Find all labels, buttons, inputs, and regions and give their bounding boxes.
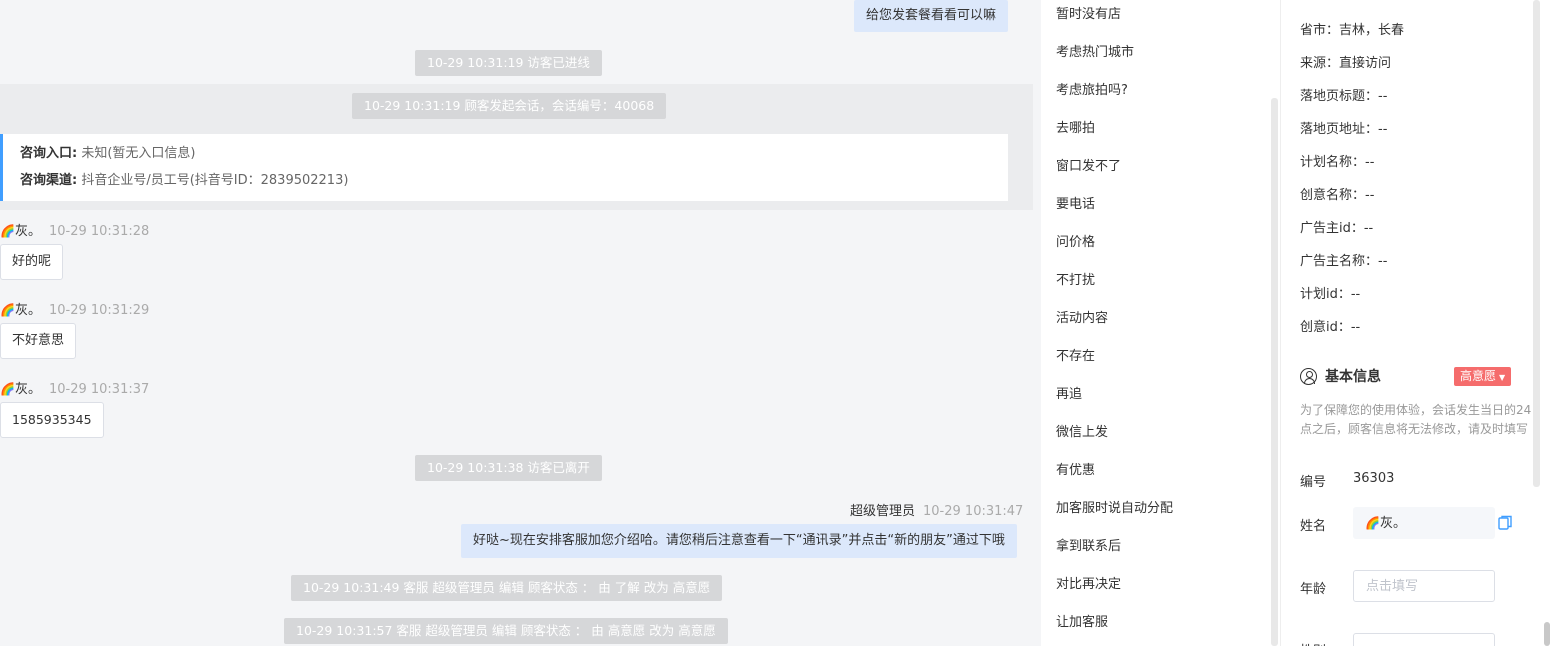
info-scrollbar-thumb[interactable]	[1544, 622, 1550, 646]
edit-hint: 为了保障您的使用体验，会话发生当日的24点之后，顾客信息将无法修改，请及时填写	[1300, 403, 1532, 436]
id-value: 36303	[1353, 471, 1395, 486]
quick-reply-item[interactable]: 活动内容	[1056, 307, 1108, 326]
info-line: 广告主id：--	[1300, 221, 1374, 236]
name-field[interactable]: 🌈灰。	[1353, 507, 1495, 539]
copy-icon[interactable]	[1498, 515, 1512, 530]
caret-down-icon: ▼	[1499, 373, 1506, 382]
system-message-visitor-left: 10-29 10:31:38 访客已离开	[415, 455, 602, 481]
consult-entry-label: 咨询入口:	[20, 146, 78, 161]
consult-info-card: 咨询入口: 未知(暂无入口信息) 咨询渠道: 抖音企业号/员工号(抖音号ID：2…	[0, 134, 1008, 201]
system-message-session-start: 10-29 10:31:19 顾客发起会话，会话编号：40068	[352, 93, 667, 119]
info-line: 计划id：--	[1300, 287, 1361, 302]
consult-channel-value: 抖音企业号/员工号(抖音号ID：2839502213)	[81, 173, 349, 188]
consult-channel-label: 咨询渠道:	[20, 173, 78, 188]
basic-info-title: 基本信息	[1300, 366, 1381, 386]
sender-name: 灰。	[14, 303, 41, 318]
message-time: 10-29 10:31:28	[48, 224, 150, 239]
rainbow-icon: 🌈	[0, 303, 15, 317]
agent-message: 好哒~现在安排客服加您介绍哈。请您稍后注意查看一下“通讯录”并点击“新的朋友”通…	[461, 524, 1017, 558]
rainbow-icon: 🌈	[0, 224, 15, 238]
info-line: 落地页地址：--	[1300, 122, 1388, 137]
incoming-message: 1585935345	[0, 402, 104, 438]
quick-reply-item[interactable]: 窗口发不了	[1056, 155, 1121, 174]
id-label: 编号	[1300, 475, 1327, 490]
customer-info-panel: 省市：吉林，长春 来源：直接访问 落地页标题：-- 落地页地址：-- 计划名称：…	[1280, 0, 1551, 646]
quick-reply-list: 暂时没有店 考虑热门城市 考虑旅拍吗? 去哪拍 窗口发不了 要电话 问价格 不打…	[1041, 0, 1280, 646]
quick-reply-item[interactable]: 问价格	[1056, 231, 1095, 250]
message-sender: 🌈灰。 10-29 10:31:37	[0, 378, 149, 397]
age-input[interactable]	[1353, 570, 1495, 602]
quick-reply-scrollbar[interactable]	[1271, 98, 1278, 646]
intent-badge-label: 高意愿	[1460, 369, 1497, 383]
incoming-message: 不好意思	[0, 323, 77, 359]
consult-channel-row: 咨询渠道: 抖音企业号/员工号(抖音号ID：2839502213)	[20, 171, 1008, 198]
rainbow-icon: 🌈	[1365, 516, 1380, 530]
gender-select[interactable]	[1353, 633, 1495, 646]
quick-reply-item[interactable]: 不打扰	[1056, 269, 1095, 288]
intent-badge-dropdown[interactable]: 高意愿 ▼	[1454, 367, 1512, 386]
consult-entry-value: 未知(暂无入口信息)	[81, 146, 196, 161]
chat-panel: 给您发套餐看看可以嘛 10-29 10:31:19 访客已进线 10-29 10…	[0, 0, 1033, 646]
sender-name: 灰。	[14, 382, 41, 397]
name-value: 灰。	[1379, 516, 1406, 531]
quick-reply-item[interactable]: 不存在	[1056, 345, 1095, 364]
consult-entry-row: 咨询入口: 未知(暂无入口信息)	[20, 144, 1008, 171]
info-line: 创意名称：--	[1300, 188, 1375, 203]
user-circle-icon	[1300, 367, 1317, 385]
sender-name: 灰。	[14, 224, 41, 239]
rainbow-icon: 🌈	[0, 382, 15, 396]
incoming-message: 好的呢	[0, 244, 64, 280]
info-line: 计划名称：--	[1300, 155, 1375, 170]
quick-reply-item[interactable]: 对比再决定	[1056, 573, 1121, 592]
quick-reply-item[interactable]: 暂时没有店	[1056, 3, 1121, 22]
message-sender: 🌈灰。 10-29 10:31:28	[0, 220, 149, 239]
name-label: 姓名	[1300, 519, 1327, 534]
quick-reply-item[interactable]: 去哪拍	[1056, 117, 1095, 136]
agent-message-time: 10-29 10:31:47	[923, 504, 1024, 519]
quick-reply-item[interactable]: 有优惠	[1056, 459, 1095, 478]
info-line: 广告主名称：--	[1300, 254, 1388, 269]
info-line: 来源：直接访问	[1300, 56, 1392, 71]
info-scrollbar-track[interactable]	[1533, 0, 1540, 487]
agent-name: 超级管理员	[850, 504, 916, 519]
quick-reply-item[interactable]: 加客服时说自动分配	[1056, 497, 1173, 516]
info-line: 创意id：--	[1300, 320, 1361, 335]
basic-info-title-text: 基本信息	[1325, 369, 1381, 385]
outgoing-message: 给您发套餐看看可以嘛	[854, 0, 1009, 32]
info-line: 落地页标题：--	[1300, 89, 1388, 104]
quick-reply-item[interactable]: 要电话	[1056, 193, 1095, 212]
message-time: 10-29 10:31:29	[48, 303, 150, 318]
system-message-status-edit: 10-29 10:31:57 客服 超级管理员 编辑 顾客状态 ： 由 高意愿 …	[284, 618, 728, 644]
chat-scrollbar[interactable]	[1033, 0, 1041, 646]
system-message-status-edit: 10-29 10:31:49 客服 超级管理员 编辑 顾客状态 ： 由 了解 改…	[291, 575, 723, 601]
gender-label: 性别	[1300, 640, 1326, 646]
message-time: 10-29 10:31:37	[48, 382, 150, 397]
info-line: 省市：吉林，长春	[1300, 23, 1405, 38]
quick-reply-item[interactable]: 再追	[1056, 383, 1082, 402]
quick-reply-item[interactable]: 考虑旅拍吗?	[1056, 79, 1128, 98]
quick-reply-item[interactable]: 考虑热门城市	[1056, 41, 1134, 60]
quick-reply-item[interactable]: 让加客服	[1056, 611, 1108, 630]
message-sender: 🌈灰。 10-29 10:31:29	[0, 299, 149, 318]
agent-sender: 超级管理员 10-29 10:31:47	[850, 500, 1023, 519]
system-message-visitor-in: 10-29 10:31:19 访客已进线	[415, 50, 602, 76]
quick-reply-item[interactable]: 拿到联系后	[1056, 535, 1121, 554]
quick-reply-item[interactable]: 微信上发	[1056, 421, 1108, 440]
age-label: 年龄	[1300, 582, 1327, 597]
